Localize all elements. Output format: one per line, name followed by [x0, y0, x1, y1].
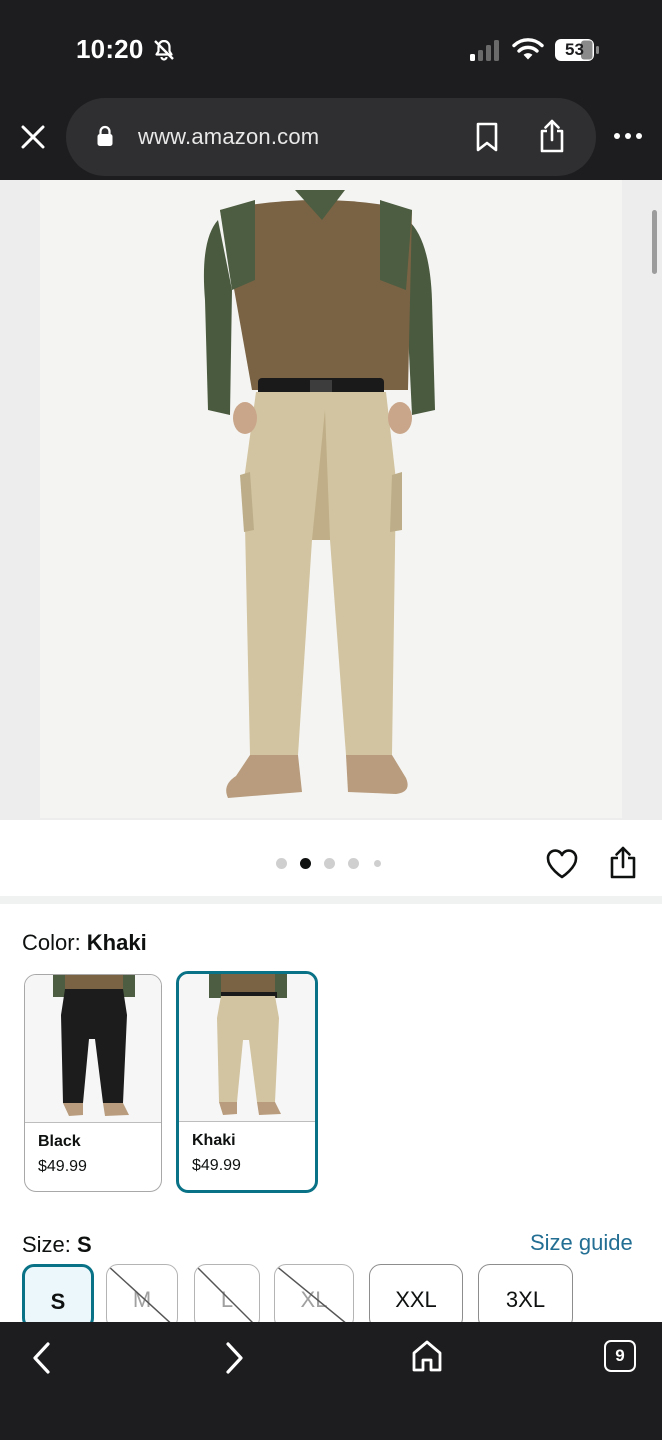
back-arrow-icon[interactable]: [30, 1340, 54, 1376]
battery-level: 53: [565, 40, 584, 59]
section-divider: [0, 896, 662, 904]
browser-toolbar: www.amazon.com: [0, 98, 662, 180]
color-label-text: Color:: [22, 930, 87, 955]
unavailable-slash: [107, 1265, 177, 1329]
color-option-black[interactable]: Black $49.99: [24, 974, 162, 1192]
size-option-label: S: [50, 1289, 66, 1314]
more-options-icon[interactable]: [612, 130, 644, 142]
battery-icon: 53: [554, 38, 600, 62]
pagination-dot[interactable]: [348, 858, 359, 869]
status-time: 10:20: [76, 34, 144, 64]
size-guide-link[interactable]: Size guide: [530, 1230, 633, 1256]
unavailable-slash: [195, 1265, 259, 1329]
product-photo[interactable]: [40, 180, 622, 818]
home-icon[interactable]: [410, 1338, 444, 1374]
selected-size: S: [77, 1232, 92, 1257]
pagination-dot[interactable]: [276, 858, 287, 869]
tabs-count: 9: [615, 1346, 625, 1365]
size-option-xxl[interactable]: XXL: [369, 1264, 463, 1330]
address-bar[interactable]: www.amazon.com: [66, 98, 596, 176]
browser-bottom-toolbar: 9: [0, 1322, 662, 1440]
size-option-xl-unavailable[interactable]: XL: [274, 1264, 354, 1330]
bell-muted-icon: [154, 39, 174, 61]
pagination-dot[interactable]: [324, 858, 335, 869]
close-icon[interactable]: [18, 122, 48, 152]
gallery-controls: [0, 820, 662, 900]
color-option-price: $49.99: [38, 1158, 87, 1175]
status-bar: 10:20 53: [0, 0, 662, 98]
color-option-price: $49.99: [192, 1157, 241, 1174]
forward-arrow-icon[interactable]: [222, 1340, 246, 1376]
lock-icon: [97, 125, 113, 146]
khaki-pants-thumbnail: [179, 974, 315, 1122]
product-share-icon[interactable]: [608, 846, 638, 880]
size-label-text: Size:: [22, 1232, 78, 1257]
share-icon[interactable]: [536, 118, 568, 154]
pagination-dot[interactable]: [374, 860, 381, 867]
size-option-m-unavailable[interactable]: M: [106, 1264, 178, 1330]
wifi-icon: [512, 38, 544, 60]
page-scrollbar[interactable]: [652, 210, 657, 274]
black-pants-thumbnail: [25, 975, 161, 1123]
size-option-label: 3XL: [505, 1287, 546, 1312]
bookmark-icon[interactable]: [474, 122, 500, 152]
color-option-name: Khaki: [192, 1132, 236, 1149]
unavailable-slash: [275, 1265, 353, 1329]
size-option-s[interactable]: S: [22, 1264, 94, 1330]
color-option-khaki[interactable]: Khaki $49.99: [176, 971, 318, 1193]
pagination-dot-active[interactable]: [300, 858, 311, 869]
selected-color: Khaki: [86, 930, 147, 955]
size-heading: Size: S: [22, 1232, 92, 1258]
cellular-signal-icon: [470, 40, 499, 61]
heart-icon[interactable]: [545, 848, 579, 880]
color-heading: Color: Khaki: [22, 930, 147, 956]
tabs-count-button[interactable]: 9: [604, 1340, 636, 1372]
size-option-label: XXL: [395, 1287, 437, 1312]
size-option-l-unavailable[interactable]: L: [194, 1264, 260, 1330]
color-option-name: Black: [38, 1133, 81, 1150]
size-option-3xl[interactable]: 3XL: [478, 1264, 573, 1330]
product-image-gallery[interactable]: [0, 180, 662, 820]
url-text[interactable]: www.amazon.com: [138, 124, 319, 150]
